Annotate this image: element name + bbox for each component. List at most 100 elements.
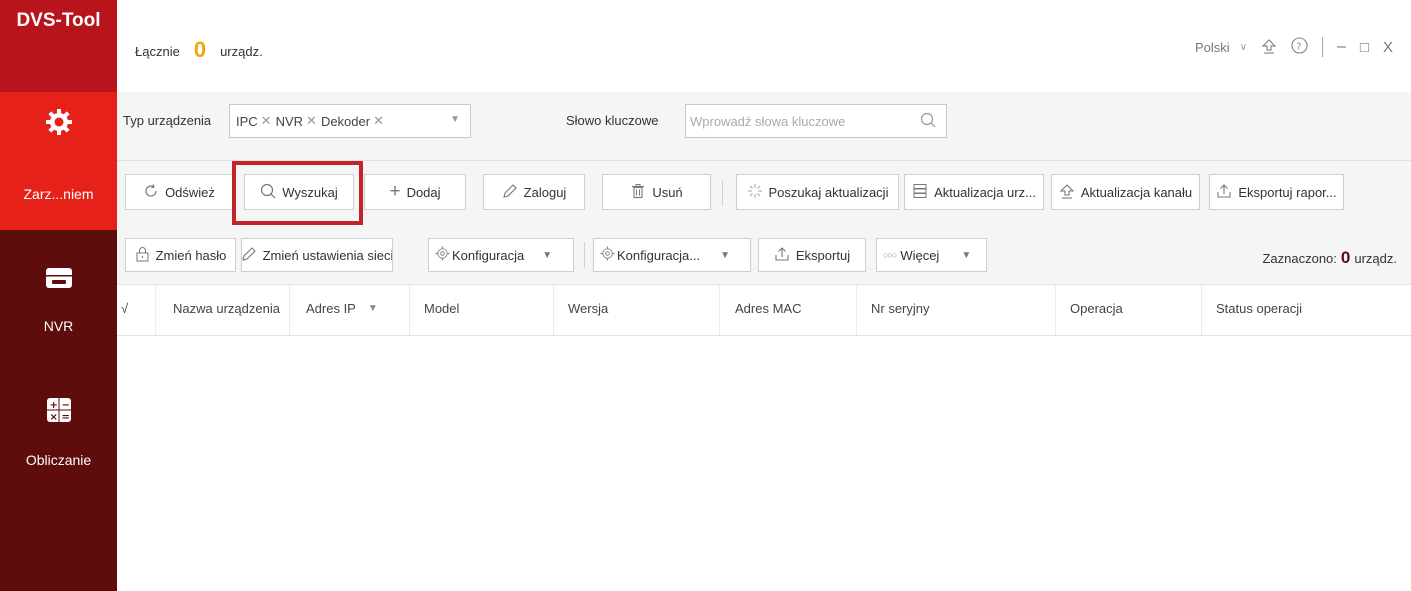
keyword-input[interactable] — [686, 105, 902, 137]
change-password-button[interactable]: Zmień hasło — [125, 238, 236, 272]
language-selector[interactable]: Polski ∨ — [1195, 40, 1247, 55]
column-operation[interactable]: Operacja — [1070, 301, 1123, 316]
column-mac-address[interactable]: Adres MAC — [735, 301, 801, 316]
device-type-label: Typ urządzenia — [123, 113, 212, 128]
refresh-button[interactable]: Odśwież — [125, 174, 233, 210]
chip-label: NVR — [275, 113, 304, 129]
pencil-icon — [242, 246, 257, 265]
selected-number: 0 — [1340, 248, 1351, 267]
export-button[interactable]: Eksportuj — [758, 238, 866, 272]
column-device-name[interactable]: Nazwa urządzenia — [173, 301, 280, 316]
type-chip[interactable]: IPC ✕ — [236, 113, 272, 129]
check-updates-button[interactable]: Poszukaj aktualizacji — [736, 174, 899, 210]
dropdown-arrow-icon: ▼ — [720, 249, 731, 261]
add-button[interactable]: + Dodaj — [364, 174, 466, 210]
dropdown-arrow-icon: ▼ — [961, 249, 972, 261]
close-button[interactable]: X — [1383, 39, 1393, 56]
column-label: Adres IP — [306, 301, 356, 316]
plus-icon: + — [389, 181, 401, 202]
export-label: Eksportuj — [795, 247, 851, 263]
svg-text:=: = — [61, 412, 69, 423]
login-label: Zaloguj — [523, 184, 567, 200]
remove-icon[interactable]: ✕ — [373, 113, 384, 129]
more-dropdown[interactable]: ○○○ Więcej ▼ — [876, 238, 987, 272]
app-window: DVS-Tool Zarz...niem NVR + − × = Oblicza… — [0, 0, 1411, 591]
loading-icon — [747, 183, 763, 202]
sidebar-item-calculation[interactable]: + − × = Obliczanie — [0, 390, 117, 490]
device-total: Łącznie 0 urządz. — [135, 37, 263, 64]
search-button-highlight — [232, 161, 363, 225]
device-table-header: √ Nazwa urządzenia Adres IP ▼ Model Wers… — [117, 285, 1411, 336]
dropdown-arrow-icon: ▼ — [450, 114, 460, 125]
upgrade-icon[interactable] — [1261, 38, 1277, 57]
column-version[interactable]: Wersja — [568, 301, 608, 316]
divider — [1322, 37, 1324, 57]
search-icon[interactable] — [920, 112, 936, 131]
sidebar-item-device-management[interactable]: Zarz...niem — [0, 92, 117, 230]
column-model[interactable]: Model — [424, 301, 459, 316]
type-chip[interactable]: Dekoder ✕ — [321, 113, 384, 129]
column-divider — [1055, 285, 1056, 335]
minimize-button[interactable]: – — [1337, 38, 1346, 56]
sidebar-item-nvr[interactable]: NVR — [0, 258, 117, 338]
toolbar-secondary: Zmień hasło Zmień ustawienia sieci Konfi… — [117, 228, 1411, 285]
app-logo: DVS-Tool — [0, 0, 117, 92]
login-button[interactable]: Zaloguj — [483, 174, 585, 210]
pencil-icon — [502, 183, 518, 202]
chip-label: IPC — [236, 113, 258, 129]
gear-icon — [600, 246, 615, 264]
export-report-button[interactable]: Eksportuj rapor... — [1209, 174, 1344, 210]
column-divider — [856, 285, 857, 335]
configuration-dropdown[interactable]: Konfiguracja ▼ — [428, 238, 574, 272]
svg-text:×: × — [49, 412, 57, 423]
column-divider — [289, 285, 290, 335]
remove-icon[interactable]: ✕ — [306, 113, 317, 129]
column-serial-number[interactable]: Nr seryjny — [871, 301, 930, 316]
help-icon[interactable]: ? — [1291, 37, 1308, 57]
keyword-search — [685, 104, 947, 138]
configuration-more-dropdown[interactable]: Konfiguracja... ▼ — [593, 238, 751, 272]
type-chip[interactable]: NVR ✕ — [276, 113, 317, 129]
device-table-body — [117, 336, 1411, 591]
network-settings-label: Zmień ustawienia sieci — [262, 247, 393, 263]
device-type-select[interactable]: IPC ✕ NVR ✕ Dekoder ✕ ▼ — [229, 104, 471, 138]
nvr-icon — [39, 258, 79, 298]
svg-text:?: ? — [1296, 42, 1301, 53]
sort-arrow-icon[interactable]: ▼ — [368, 303, 378, 314]
export-report-label: Eksportuj rapor... — [1238, 184, 1337, 200]
configuration-more-label: Konfiguracja... — [617, 247, 701, 263]
lock-icon — [135, 246, 150, 265]
server-icon — [912, 183, 928, 202]
delete-button[interactable]: Usuń — [602, 174, 711, 210]
device-update-button[interactable]: Aktualizacja urz... — [904, 174, 1044, 210]
selected-label: Zaznaczono: — [1262, 250, 1337, 266]
column-ip-address[interactable]: Adres IP ▼ — [306, 301, 378, 316]
calculator-icon: + − × = — [39, 390, 79, 430]
change-password-label: Zmień hasło — [155, 247, 227, 263]
column-operation-status[interactable]: Status operacji — [1216, 301, 1302, 316]
column-divider — [553, 285, 554, 335]
total-count: 0 — [193, 37, 207, 62]
sidebar: DVS-Tool Zarz...niem NVR + − × = Oblicza… — [0, 0, 117, 591]
delete-label: Usuń — [652, 184, 683, 200]
remove-icon[interactable]: ✕ — [261, 113, 272, 129]
dropdown-arrow-icon: ▼ — [542, 249, 553, 261]
refresh-label: Odśwież — [165, 184, 215, 200]
select-all-checkbox[interactable]: √ — [121, 301, 128, 316]
column-divider — [719, 285, 720, 335]
divider — [722, 180, 723, 206]
chevron-down-icon: ∨ — [1239, 41, 1248, 53]
svg-text:+: + — [49, 400, 57, 411]
window-controls: Polski ∨ ? – □ X — [1195, 37, 1393, 57]
refresh-icon — [143, 183, 159, 202]
gear-icon — [435, 246, 450, 264]
language-label: Polski — [1195, 39, 1230, 55]
divider — [584, 242, 585, 268]
maximize-button[interactable]: □ — [1360, 39, 1369, 56]
upgrade-icon — [1059, 183, 1075, 202]
channel-update-button[interactable]: Aktualizacja kanału — [1051, 174, 1200, 210]
network-settings-button[interactable]: Zmień ustawienia sieci — [241, 238, 393, 272]
sidebar-item-label: Zarz...niem — [23, 186, 94, 202]
keyword-label: Słowo kluczowe — [566, 113, 659, 128]
column-divider — [409, 285, 410, 335]
